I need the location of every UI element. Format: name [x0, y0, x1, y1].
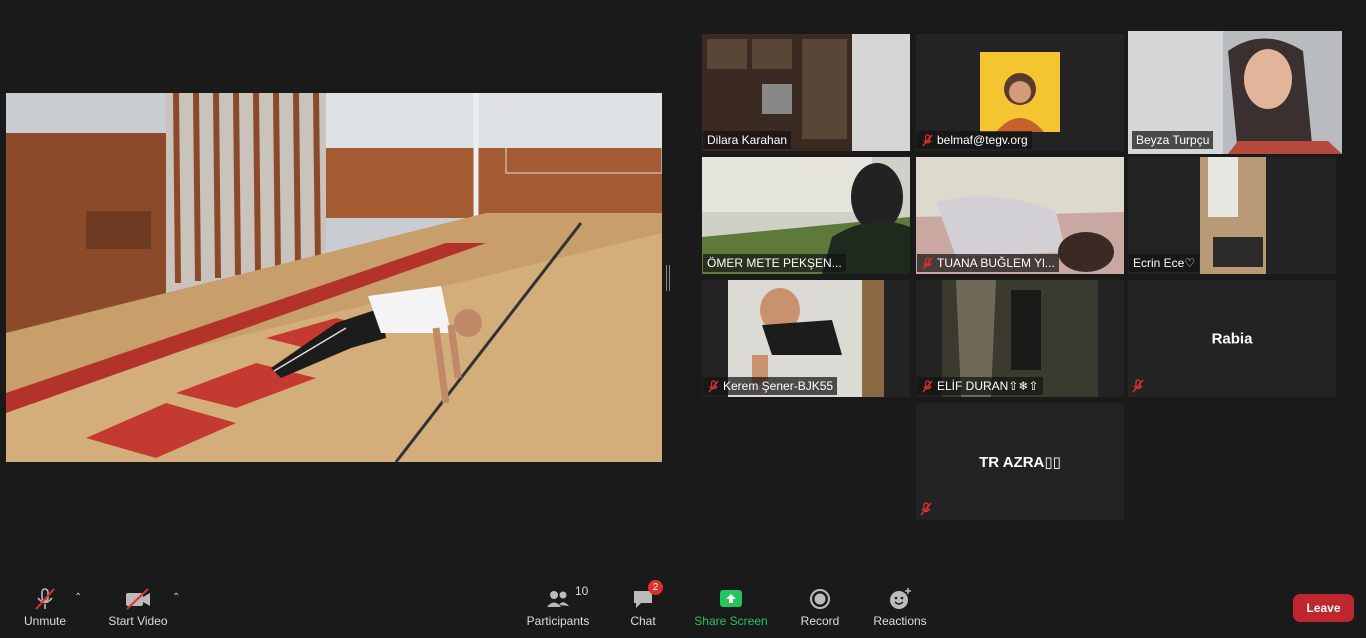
participant-name-label: Ecrin Ece♡	[1129, 254, 1200, 272]
participant-tile-ecrin[interactable]: Ecrin Ece♡	[1128, 157, 1336, 274]
muted-mic-icon	[922, 256, 933, 269]
chat-unread-badge: 2	[648, 580, 663, 595]
participant-tile-rabia[interactable]: Rabia	[1128, 280, 1336, 397]
audio-options-caret-icon[interactable]: ⌃	[74, 592, 82, 603]
meeting-toolbar: Unmute ⌃ Start Video ⌃ 10 Participants 2…	[0, 580, 1366, 638]
muted-mic-icon	[1132, 379, 1144, 393]
gym-scene	[6, 93, 662, 462]
participant-tile-tuana[interactable]: TUANA BUĞLEM Yl...	[916, 157, 1124, 274]
participant-tile-beyza[interactable]: Beyza Turpçu	[1128, 31, 1342, 154]
muted-mic-icon	[920, 502, 932, 516]
reactions-button[interactable]: Reactions	[855, 586, 945, 628]
participants-count: 10	[575, 584, 589, 598]
muted-mic-icon	[35, 588, 55, 610]
participant-tile-kerem[interactable]: Kerem Şener-BJK55	[702, 280, 910, 397]
participant-tile-omer[interactable]: ÖMER METE PEKŞEN...	[702, 157, 910, 274]
share-screen-label: Share Screen	[694, 614, 768, 628]
reactions-label: Reactions	[873, 614, 927, 628]
unmute-label: Unmute	[23, 614, 67, 628]
reactions-smiley-icon	[890, 588, 911, 609]
muted-mic-icon	[922, 379, 933, 392]
start-video-label: Start Video	[108, 614, 168, 628]
participants-icon	[547, 591, 569, 607]
participant-name-label: TUANA BUĞLEM Yl...	[917, 254, 1059, 272]
active-speaker-video[interactable]	[6, 93, 662, 462]
participant-tile-dilara[interactable]: Dilara Karahan	[702, 34, 910, 151]
participant-tile-belmaf[interactable]: belmaf@tegv.org	[916, 34, 1124, 151]
record-button[interactable]: Record	[775, 586, 865, 628]
participant-name-label: Beyza Turpçu	[1132, 131, 1214, 149]
participant-tile-azra[interactable]: TR AZRA▯▯	[916, 403, 1124, 520]
muted-mic-icon	[922, 133, 933, 146]
start-video-button[interactable]: Start Video	[93, 586, 183, 628]
record-label: Record	[800, 614, 840, 628]
record-icon	[810, 589, 830, 609]
participants-button[interactable]: 10 Participants	[513, 584, 603, 628]
participant-name-label: TR AZRA▯▯	[979, 453, 1061, 471]
participant-name-label: ELİF DURAN⇧❄⇧	[917, 377, 1043, 395]
chat-label: Chat	[630, 614, 656, 628]
muted-mic-icon	[708, 379, 719, 392]
split-divider-handle[interactable]	[666, 265, 670, 291]
participant-name-label: belmaf@tegv.org	[917, 131, 1032, 149]
leave-button[interactable]: Leave	[1293, 594, 1354, 622]
participant-tile-elif[interactable]: ELİF DURAN⇧❄⇧	[916, 280, 1124, 397]
share-screen-icon	[720, 590, 742, 607]
share-screen-button[interactable]: Share Screen	[686, 586, 776, 628]
participant-name-label: Rabia	[1211, 330, 1253, 347]
video-options-caret-icon[interactable]: ⌃	[172, 592, 180, 603]
participant-name-label: Kerem Şener-BJK55	[703, 377, 838, 395]
participant-name-label: Dilara Karahan	[703, 131, 792, 149]
chat-button[interactable]: 2 Chat	[598, 580, 688, 628]
participant-name-label: ÖMER METE PEKŞEN...	[703, 254, 846, 272]
participants-label: Participants	[526, 614, 590, 628]
video-off-icon	[126, 588, 150, 610]
